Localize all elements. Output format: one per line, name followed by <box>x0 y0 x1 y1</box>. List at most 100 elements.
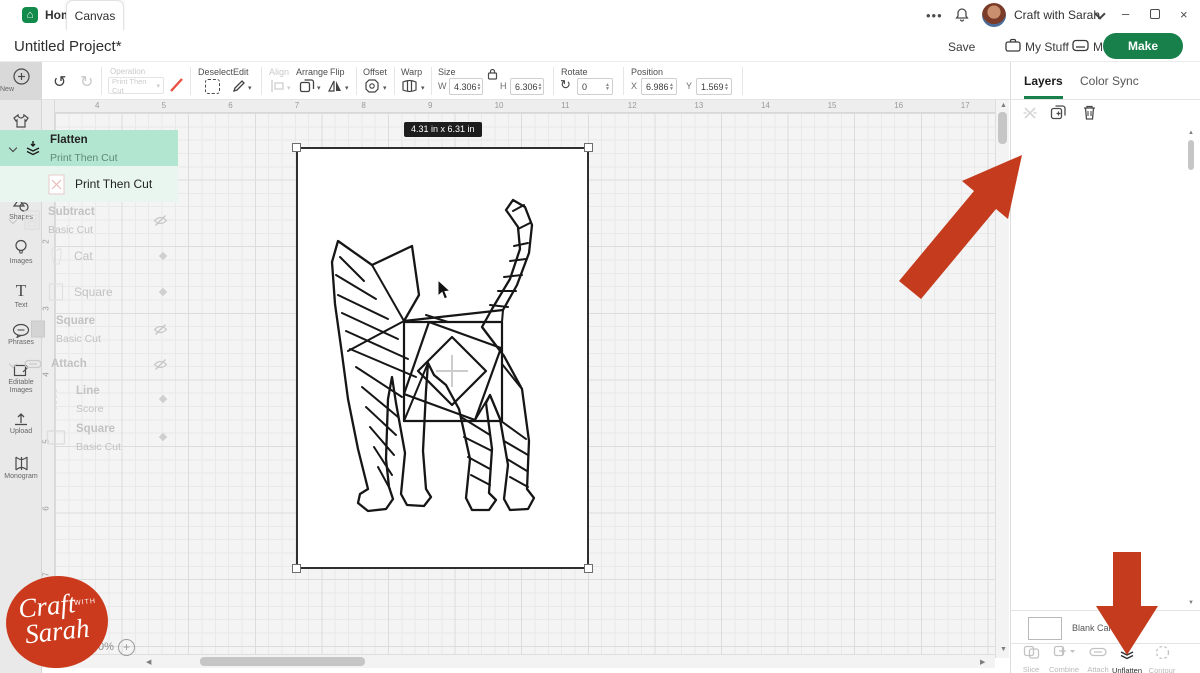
operation-value: Print Then Cut <box>112 77 154 95</box>
operation-dropdown[interactable]: Print Then Cut ▾ <box>108 77 164 94</box>
layer-row-cat[interactable]: Cat <box>0 238 178 274</box>
rotate-stepper[interactable]: ▲▼ <box>605 83 610 91</box>
ruler-number: 17 <box>961 101 970 110</box>
notifications-bell-icon[interactable] <box>954 7 970 23</box>
layer-name: Cat <box>74 249 93 263</box>
selection-handle-top-left[interactable] <box>292 143 301 152</box>
ruler-top: 4567891011121314151617 <box>42 100 995 113</box>
warp-label: Warp <box>401 67 422 77</box>
attach-paperclip-icon <box>24 358 43 370</box>
my-stuff-briefcase-icon <box>1005 38 1021 53</box>
cricut-design-space-window: ⌂ Home Canvas ••• Craft with Sarah – × U… <box>0 0 1200 673</box>
layer-operation: Basic Cut <box>48 224 93 236</box>
rotate-icon[interactable]: ↻ <box>560 77 571 93</box>
action-label: Unflatten <box>1111 666 1143 673</box>
layer-row-print-then-cut[interactable]: Print Then Cut <box>0 166 178 202</box>
ungroup-icon[interactable] <box>1022 105 1038 121</box>
selection-handle-bottom-right[interactable] <box>584 564 593 573</box>
layer-row-line-score[interactable]: Line Score <box>0 380 178 418</box>
tab-layers[interactable]: Layers <box>1024 74 1063 99</box>
panel-scroll-up-icon[interactable]: ▲ <box>1188 130 1194 136</box>
make-button[interactable]: Make <box>1103 33 1183 59</box>
position-y-value: 1.569 <box>701 82 724 92</box>
ruler-number: 13 <box>694 101 703 110</box>
flip-icon[interactable] <box>327 78 343 94</box>
selected-artboard[interactable] <box>296 147 589 569</box>
ruler-number: 6 <box>42 506 51 510</box>
visibility-off-icon[interactable] <box>153 213 168 228</box>
layer-row-subtract[interactable]: Subtract Basic Cut <box>0 202 178 238</box>
my-stuff-button[interactable]: My Stuff <box>1025 40 1069 54</box>
canvas-horizontal-scrollbar[interactable]: ◀ ▶ <box>42 654 995 668</box>
layer-row-flatten[interactable]: Flatten Print Then Cut <box>0 130 178 166</box>
selection-handle-top-right[interactable] <box>584 143 593 152</box>
delete-trash-icon[interactable] <box>1082 104 1097 121</box>
visibility-off-icon[interactable] <box>153 357 168 372</box>
position-x-stepper[interactable]: ▲▼ <box>669 83 674 91</box>
layer-name: Square <box>74 285 113 299</box>
save-button[interactable]: Save <box>948 40 975 54</box>
pen-color-swatch-icon[interactable] <box>169 77 184 93</box>
tab-canvas[interactable]: Canvas <box>66 0 124 30</box>
layer-row-square-basic-cut[interactable]: Square Basic Cut <box>0 310 178 348</box>
size-lock-icon[interactable] <box>487 68 498 80</box>
expand-chevron-icon[interactable] <box>9 360 17 368</box>
window-close-button[interactable]: × <box>1180 7 1188 22</box>
maker-machine-icon <box>1072 39 1089 52</box>
offset-icon[interactable] <box>364 78 380 94</box>
rotate-label: Rotate <box>561 67 588 77</box>
tab-color-sync[interactable]: Color Sync <box>1080 74 1139 88</box>
account-name[interactable]: Craft with Sarah <box>1014 8 1100 22</box>
align-icon[interactable] <box>270 79 284 93</box>
width-input[interactable]: 4.306 ▲▼ <box>449 78 483 95</box>
window-maximize-button[interactable] <box>1150 9 1160 19</box>
overflow-menu-icon[interactable]: ••• <box>926 8 943 23</box>
panel-scroll-thumb[interactable] <box>1188 140 1194 170</box>
selection-handle-bottom-left[interactable] <box>292 564 301 573</box>
window-minimize-button[interactable]: – <box>1122 6 1129 21</box>
unflatten-button[interactable]: Unflatten <box>1111 645 1143 673</box>
combine-button[interactable]: Combine <box>1048 645 1080 673</box>
position-x-input[interactable]: 6.986 ▲▼ <box>641 78 677 95</box>
width-stepper[interactable]: ▲▼ <box>477 83 482 91</box>
expand-chevron-icon[interactable] <box>9 216 17 224</box>
arrange-caret-icon: ▾ <box>317 84 321 92</box>
layer-row-square-basic-cut-2[interactable]: Square Basic Cut <box>0 418 178 456</box>
edit-pencil-icon[interactable] <box>231 78 247 94</box>
horizontal-scroll-thumb[interactable] <box>200 657 365 666</box>
zoom-in-button[interactable]: + <box>118 639 135 656</box>
sidebar-item-new[interactable]: New <box>0 62 42 100</box>
blank-canvas-swatch[interactable] <box>1028 617 1062 640</box>
scroll-right-icon[interactable]: ▶ <box>980 658 985 666</box>
duplicate-icon[interactable] <box>1050 104 1067 121</box>
position-y-input[interactable]: 1.569 ▲▼ <box>696 78 732 95</box>
deselect-icon[interactable] <box>205 79 220 94</box>
visibility-off-icon[interactable] <box>153 322 168 337</box>
canvas-vertical-scrollbar[interactable]: ▲ ▼ <box>995 100 1009 658</box>
position-y-stepper[interactable]: ▲▼ <box>724 83 729 91</box>
scroll-down-icon[interactable]: ▼ <box>1000 646 1007 653</box>
height-input[interactable]: 6.306 ▲▼ <box>510 78 544 95</box>
slice-button[interactable]: Slice <box>1015 645 1047 673</box>
warp-icon[interactable] <box>401 79 418 93</box>
attach-button[interactable]: Attach <box>1082 645 1114 673</box>
layer-row-attach[interactable]: Attach <box>0 348 178 380</box>
redo-icon[interactable]: ↻ <box>80 72 93 92</box>
contour-button[interactable]: Contour <box>1146 645 1178 673</box>
expand-chevron-icon[interactable] <box>9 144 17 152</box>
sidebar-item-monogram[interactable]: Monogram <box>0 455 42 481</box>
scroll-up-icon[interactable]: ▲ <box>1000 102 1007 109</box>
align-label: Align <box>269 67 289 77</box>
scroll-left-icon[interactable]: ◀ <box>146 658 151 666</box>
rotate-input[interactable]: 0 ▲▼ <box>577 78 613 95</box>
cat-design[interactable] <box>298 149 587 567</box>
arrange-icon[interactable] <box>299 78 315 94</box>
undo-icon[interactable]: ↺ <box>53 72 66 92</box>
panel-scroll-down-icon[interactable]: ▼ <box>1188 600 1194 606</box>
layer-row-square-child[interactable]: Square <box>0 274 178 310</box>
height-stepper[interactable]: ▲▼ <box>538 83 543 91</box>
layer-name: Line <box>76 385 100 397</box>
vertical-scroll-thumb[interactable] <box>998 112 1007 144</box>
panel-scrollbar[interactable]: ▲ ▼ <box>1188 130 1196 608</box>
account-avatar[interactable] <box>982 3 1006 27</box>
